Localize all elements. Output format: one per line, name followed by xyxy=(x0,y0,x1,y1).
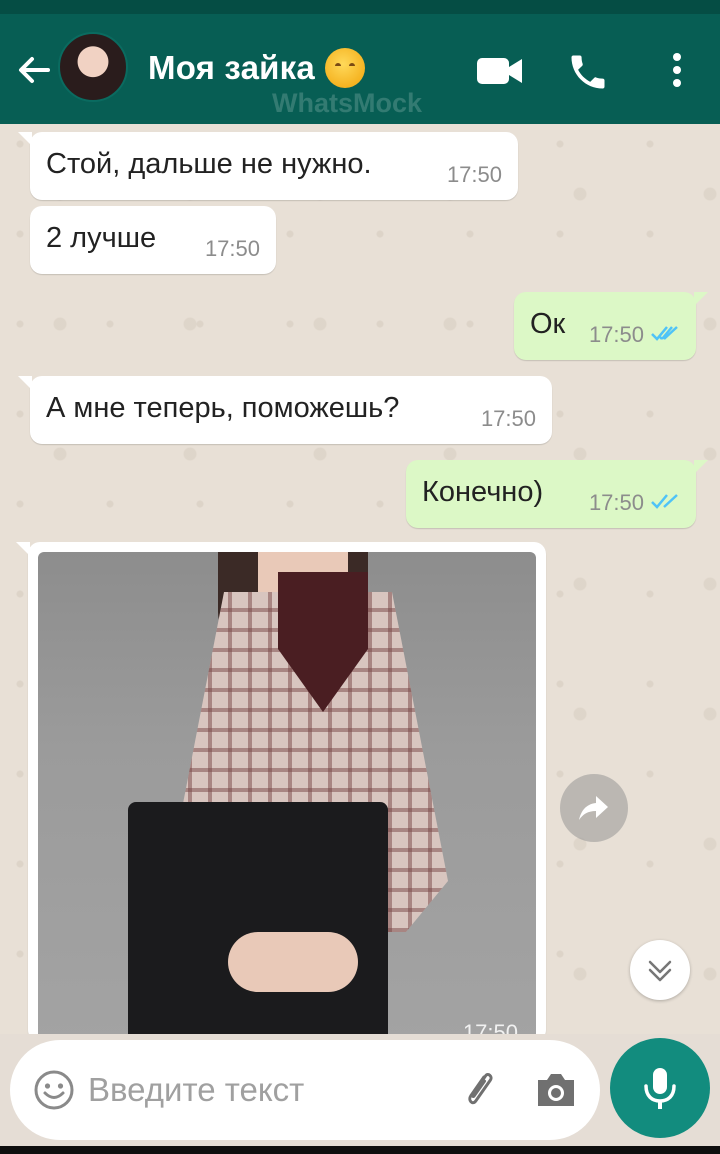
read-ticks-icon xyxy=(651,494,678,509)
camera-icon xyxy=(538,1074,574,1106)
message-bubble[interactable]: А мне теперь, поможешь? 17:50 xyxy=(18,376,552,444)
camera-button[interactable] xyxy=(532,1068,580,1112)
message-bubble[interactable]: Конечно) 17:50 xyxy=(406,460,708,528)
more-vert-icon xyxy=(673,53,681,87)
chevron-double-down-icon xyxy=(648,960,672,982)
message-text: Стой, дальше не нужно. xyxy=(46,148,372,180)
message-time: 17:50 xyxy=(588,322,644,347)
read-ticks-icon xyxy=(651,326,678,341)
voice-call-button[interactable] xyxy=(566,50,616,90)
photo-hands xyxy=(228,932,358,992)
emoji-button[interactable] xyxy=(32,1068,76,1112)
message-time: 17:50 xyxy=(446,162,502,187)
message-text: 2 лучше xyxy=(46,222,157,254)
message-composer xyxy=(10,1040,600,1140)
phone-icon xyxy=(571,55,605,89)
message-text: А мне теперь, поможешь? xyxy=(46,392,400,424)
chat-header: Моя зайка WhatsMock xyxy=(0,14,720,124)
forward-button[interactable] xyxy=(560,774,628,842)
image-message-bubble[interactable]: 17:50 xyxy=(16,542,546,1034)
arrow-left-icon xyxy=(19,57,50,83)
status-bar xyxy=(0,0,720,14)
paperclip-icon xyxy=(468,1073,493,1105)
video-call-icon xyxy=(477,58,522,84)
chat-area[interactable]: Стой, дальше не нужно. 17:50 2 лучше 17:… xyxy=(0,124,720,1034)
message-photo[interactable]: 17:50 xyxy=(38,552,536,1034)
voice-message-button[interactable] xyxy=(610,1038,710,1138)
message-time: 17:50 xyxy=(204,236,260,261)
watermark: WhatsMock xyxy=(272,88,423,118)
microphone-icon xyxy=(644,1068,676,1109)
attach-button[interactable] xyxy=(456,1066,504,1114)
contact-name[interactable]: Моя зайка xyxy=(148,48,365,88)
message-text: Конечно) xyxy=(422,476,544,508)
photo-skirt xyxy=(128,802,388,1034)
message-bubble[interactable]: 2 лучше 17:50 xyxy=(30,206,276,274)
contact-avatar[interactable] xyxy=(58,32,128,102)
menu-button[interactable] xyxy=(660,50,694,90)
message-time: 17:50 xyxy=(588,490,644,515)
emoji-icon xyxy=(34,1070,74,1110)
message-text: Ок xyxy=(530,308,566,340)
message-time: 17:50 xyxy=(480,406,536,431)
back-button[interactable] xyxy=(14,50,54,90)
message-time: 17:50 xyxy=(462,1020,518,1034)
message-input[interactable] xyxy=(88,1064,428,1116)
message-bubble[interactable]: Стой, дальше не нужно. 17:50 xyxy=(18,132,518,200)
scroll-down-button[interactable] xyxy=(630,940,690,1000)
hugging-face-emoji-icon xyxy=(324,48,365,88)
contact-name-text: Моя зайка xyxy=(148,49,315,86)
video-call-button[interactable] xyxy=(475,50,525,90)
nav-bar-edge xyxy=(0,1146,720,1154)
forward-icon xyxy=(579,796,608,820)
message-bubble[interactable]: Ок 17:50 xyxy=(514,292,708,360)
